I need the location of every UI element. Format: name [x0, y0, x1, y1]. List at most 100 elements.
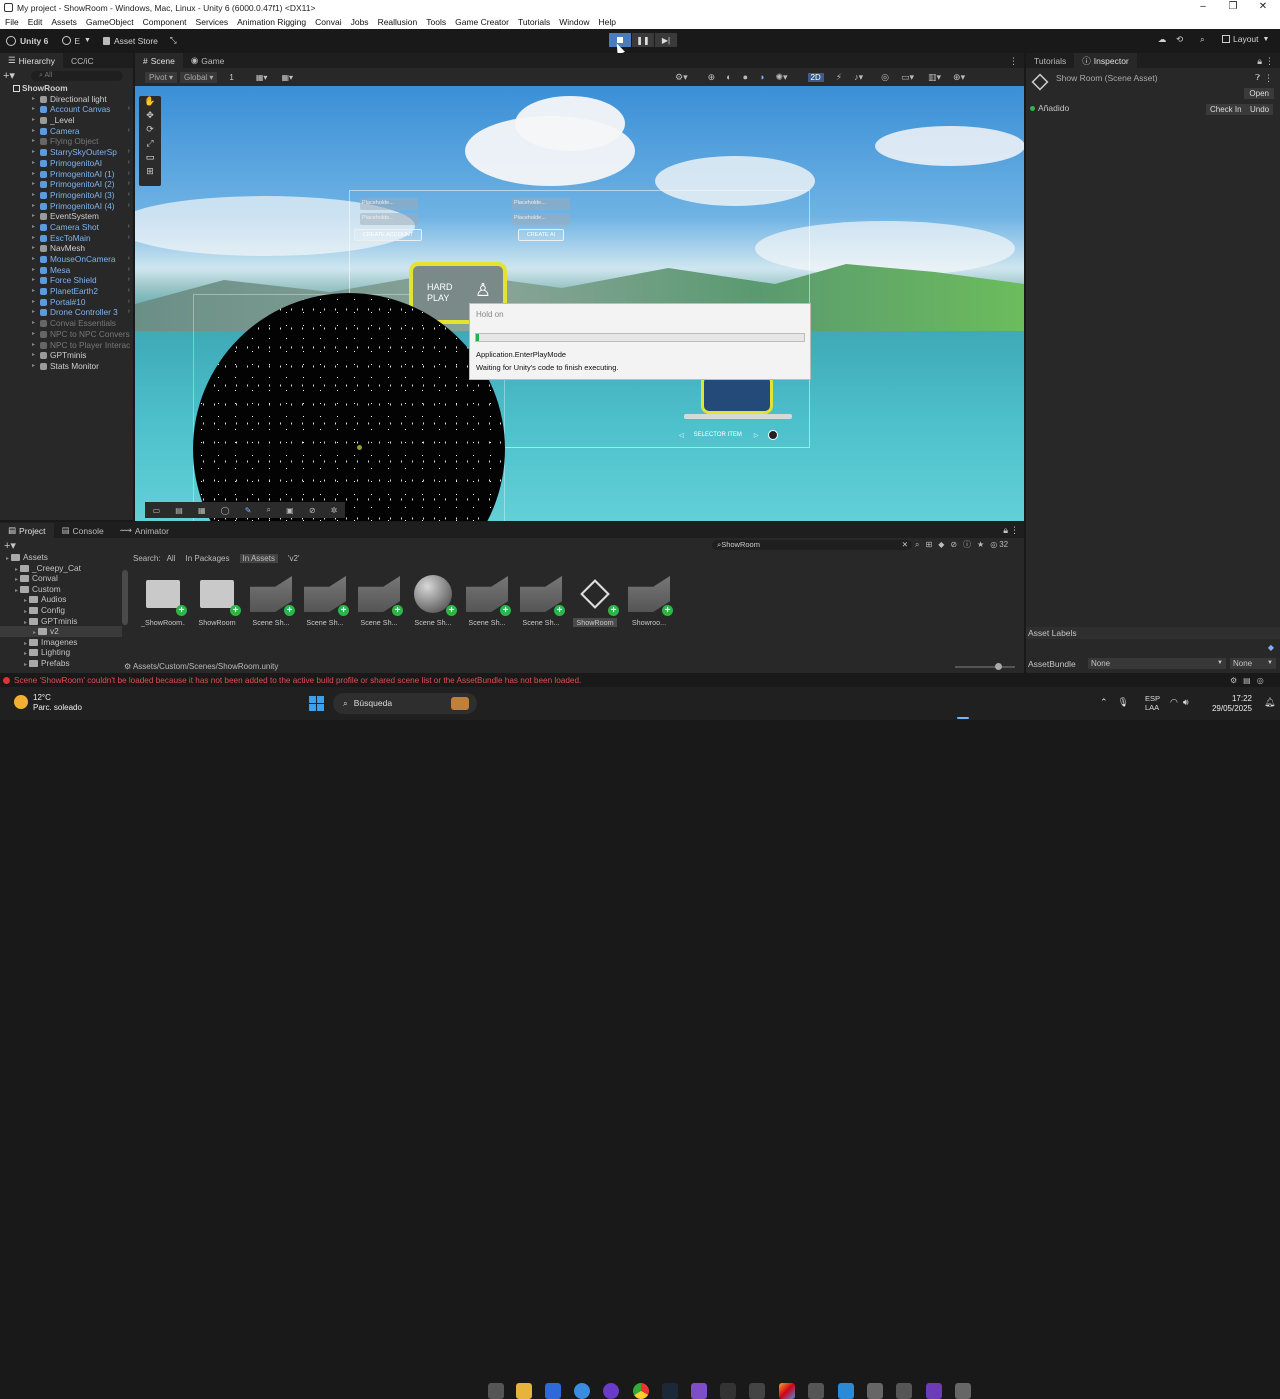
info-badge-icon[interactable]: ⓘ — [963, 539, 971, 550]
expand-arrow-icon[interactable]: ▸ — [32, 265, 35, 276]
chevron-right-icon[interactable]: › — [128, 307, 130, 318]
unity-editor-icon[interactable] — [955, 1383, 971, 1399]
expand-arrow-icon[interactable]: ▸ — [32, 179, 35, 190]
hierarchy-item[interactable]: ▸ StarrySkyOuterSp › — [0, 147, 133, 158]
menu-component[interactable]: Component — [143, 17, 187, 27]
app-icon-4[interactable] — [691, 1383, 707, 1399]
add-icon[interactable]: +▾ — [3, 69, 17, 82]
render-mode-icon[interactable]: ✺▾ — [775, 72, 787, 83]
hierarchy-item[interactable]: ▸ Directional light — [0, 94, 133, 105]
expand-arrow-icon[interactable]: ▸ — [32, 94, 35, 105]
project-tree-item[interactable]: ▸ Conval — [0, 573, 122, 584]
hierarchy-item[interactable]: ▸ Stats Monitor — [0, 361, 133, 372]
expand-arrow-icon[interactable]: ▸ — [32, 190, 35, 201]
expand-arrow-icon[interactable]: ▸ — [24, 641, 27, 647]
create-account-button[interactable]: CREATE ACCOUNT — [354, 229, 422, 241]
expand-arrow-icon[interactable]: ▸ — [32, 169, 35, 180]
menu-tools[interactable]: Tools — [426, 17, 446, 27]
bug-icon[interactable]: ⚙ — [1230, 676, 1237, 685]
weather-icon[interactable] — [14, 695, 28, 709]
minimize-button[interactable]: – — [1188, 0, 1218, 15]
system-icons[interactable]: ◠ 🔊︎ — [1170, 697, 1189, 708]
arrow-right-icon[interactable]: ▷ — [754, 432, 759, 439]
warning-icon[interactable]: ⊘ — [950, 540, 957, 549]
chevron-right-icon[interactable]: › — [128, 179, 130, 190]
placeholder-field[interactable]: Placeholde... — [512, 213, 570, 225]
taskbar-search[interactable]: ⌕ Búsqueda — [333, 693, 477, 714]
hierarchy-item[interactable]: ▸ Account Canvas › — [0, 104, 133, 115]
chevron-right-icon[interactable]: › — [128, 201, 130, 212]
tab-hierarchy[interactable]: ☰ Hierarchy — [0, 53, 63, 68]
chrome-icon[interactable] — [633, 1383, 649, 1399]
expand-arrow-icon[interactable]: ▸ — [32, 222, 35, 233]
globe-icon[interactable]: ⊕ — [708, 72, 716, 83]
notification-icon[interactable]: ◎ — [1257, 676, 1264, 685]
undo-button[interactable]: Undo — [1246, 104, 1274, 115]
menu-convai[interactable]: Convai — [315, 17, 341, 27]
search-type-icon[interactable]: ⌕ — [915, 540, 919, 550]
version-control-icon[interactable]: ⤡ — [170, 35, 177, 46]
project-tree-item[interactable]: ▸ Imagenes — [0, 637, 122, 648]
expand-arrow-icon[interactable]: ▸ — [32, 233, 35, 244]
help-icon[interactable]: ❓︎ — [1255, 73, 1260, 83]
tab-scene[interactable]: # Scene — [135, 53, 183, 68]
hierarchy-item[interactable]: ▸ PrimogenitoAI (3) › — [0, 190, 133, 201]
asset-item[interactable]: + Scene Sh... — [303, 574, 349, 627]
add-asset-icon[interactable]: +▾ — [4, 539, 16, 552]
unity-hub-icon[interactable] — [867, 1383, 883, 1399]
expand-arrow-icon[interactable]: ▸ — [32, 243, 35, 254]
app-icon-1[interactable] — [545, 1383, 561, 1399]
status-bar[interactable]: Scene 'ShowRoom' couldn't be loaded beca… — [0, 674, 1280, 687]
lighting-icon[interactable]: ⚡ — [836, 72, 842, 83]
chevron-right-icon[interactable]: › — [128, 190, 130, 201]
expand-arrow-icon[interactable]: ▸ — [32, 361, 35, 372]
expand-arrow-icon[interactable]: ▸ — [24, 598, 27, 604]
mode-2d-button[interactable]: 2D — [807, 72, 824, 82]
global-dropdown[interactable]: Global ▾ — [180, 71, 218, 83]
project-tree-item[interactable]: ▸ Prefabs — [0, 658, 122, 669]
app-icon-8[interactable] — [896, 1383, 912, 1399]
hierarchy-item[interactable]: ▸ PrimogenitoAI (1) › — [0, 169, 133, 180]
pivot-dropdown[interactable]: Pivot ▾ — [145, 71, 178, 83]
asset-item[interactable]: + ShowRoom — [573, 574, 619, 627]
clock[interactable]: 17:22 29/05/2025 — [1208, 694, 1252, 714]
overlay-icon-2[interactable]: ▤ — [175, 506, 183, 515]
hierarchy-item[interactable]: ▸ Force Shield › — [0, 275, 133, 286]
arrow-left-icon[interactable]: ◁ — [679, 432, 684, 439]
more-options-icon[interactable]: ⋮ — [1264, 73, 1273, 84]
pause-button[interactable]: ❚❚ — [632, 33, 654, 47]
tab-console[interactable]: ▤ Console — [54, 523, 112, 538]
hierarchy-item[interactable]: ▸ Drone Controller 3 › — [0, 307, 133, 318]
expand-arrow-icon[interactable]: ▸ — [32, 104, 35, 115]
lock-icon[interactable]: 🔒︎ — [1003, 525, 1008, 536]
app-icon-6[interactable] — [749, 1383, 765, 1399]
hierarchy-item[interactable]: ▸ PrimogenitoAI (2) › — [0, 179, 133, 190]
user-circle-icon[interactable] — [768, 430, 779, 440]
zoom-slider[interactable] — [955, 663, 1015, 670]
chevron-right-icon[interactable]: › — [128, 169, 130, 180]
hierarchy-item[interactable]: ▸ EventSystem — [0, 211, 133, 222]
expand-arrow-icon[interactable]: ▸ — [32, 201, 35, 212]
overlay-icon-1[interactable]: ▭ — [153, 506, 161, 515]
hierarchy-item[interactable]: ▸ EscToMain › — [0, 233, 133, 244]
menu-reallusion[interactable]: Reallusion — [378, 17, 418, 27]
expand-arrow-icon[interactable]: ▸ — [32, 254, 35, 265]
audio-icon[interactable]: ♪▾ — [854, 72, 863, 83]
language-indicator[interactable]: ESP LAA — [1145, 694, 1160, 712]
gizmos-icon[interactable]: ⊕▾ — [953, 72, 965, 83]
layout-dropdown[interactable]: Layout ▼ — [1222, 34, 1269, 44]
expand-arrow-icon[interactable]: ▸ — [32, 136, 35, 147]
history-icon[interactable]: ⟲ — [1176, 34, 1183, 45]
file-explorer-icon[interactable] — [516, 1383, 532, 1399]
project-search-input[interactable]: ⌕ShowRoom ✕ — [712, 540, 912, 550]
hierarchy-item[interactable]: ▸ Mesa › — [0, 265, 133, 276]
hierarchy-root[interactable]: ShowRoom — [0, 83, 133, 94]
menu-tutorials[interactable]: Tutorials — [518, 17, 550, 27]
expand-arrow-icon[interactable]: ▸ — [32, 307, 35, 318]
shading-solid-icon[interactable]: ● — [743, 72, 748, 82]
menu-services[interactable]: Services — [196, 17, 229, 27]
asset-store-button[interactable]: Asset Store — [102, 36, 158, 46]
expand-arrow-icon[interactable]: ▸ — [15, 588, 18, 594]
tab-cc-ic[interactable]: CC/iC — [63, 53, 102, 68]
selector-card[interactable] — [701, 374, 773, 414]
